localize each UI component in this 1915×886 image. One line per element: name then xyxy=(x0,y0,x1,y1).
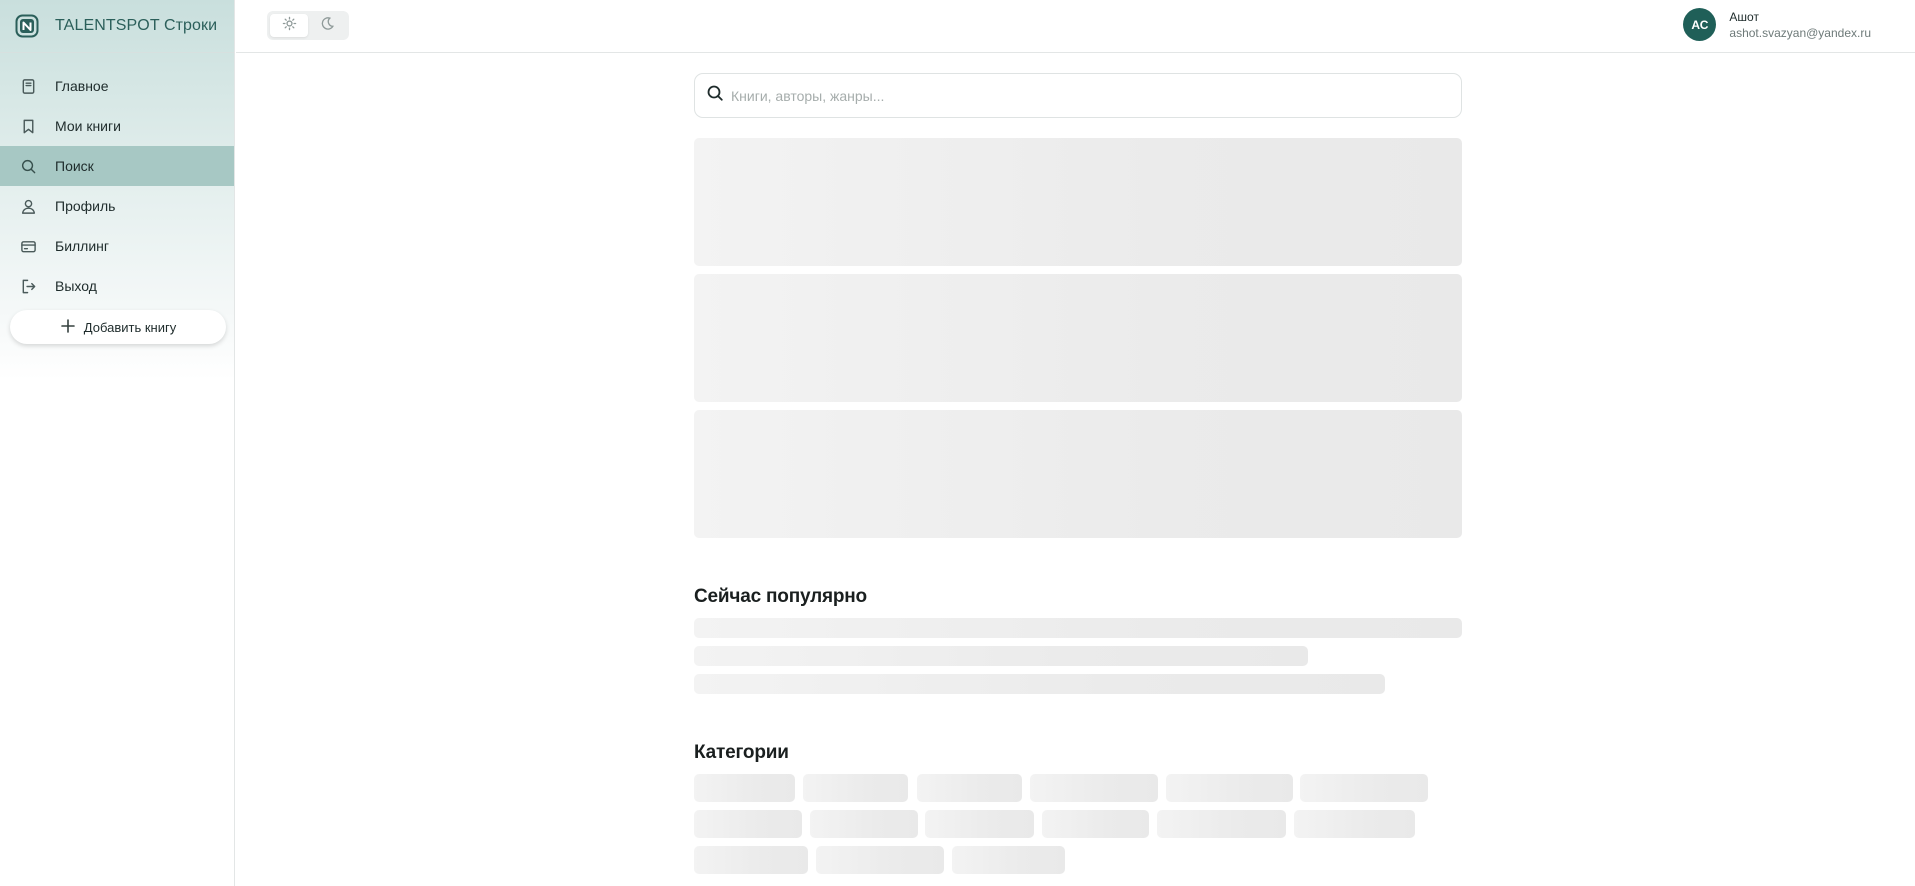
skeleton-chip xyxy=(1030,774,1158,802)
credit-card-icon xyxy=(19,237,37,255)
add-book-button[interactable]: Добавить книгу xyxy=(10,310,226,344)
skeleton-banner xyxy=(694,410,1462,538)
sidebar-item-logout[interactable]: Выход xyxy=(0,266,234,306)
skeleton-chip xyxy=(694,846,808,874)
skeleton-line xyxy=(694,646,1308,666)
add-book-label: Добавить книгу xyxy=(83,319,177,335)
sidebar-item-label: Главное xyxy=(55,78,109,94)
light-theme-button[interactable] xyxy=(270,14,308,37)
sidebar-item-home[interactable]: Главное xyxy=(0,66,234,106)
sidebar: TALENTSPOT Строки Главное Мои книги Поис… xyxy=(0,0,235,886)
search-input[interactable] xyxy=(731,80,1431,111)
user-icon xyxy=(19,197,37,215)
sidebar-item-label: Поиск xyxy=(55,158,94,174)
skeleton-line xyxy=(694,674,1385,694)
sidebar-item-label: Профиль xyxy=(55,198,116,214)
search-icon xyxy=(19,157,37,175)
skeleton-banner xyxy=(694,138,1462,266)
brand-name: TALENTSPOT Строки xyxy=(55,17,218,34)
skeleton-chip xyxy=(1157,810,1286,838)
sidebar-item-label: Биллинг xyxy=(55,238,110,254)
user-name: Ашот xyxy=(1729,9,1759,24)
skeleton-chip xyxy=(1042,810,1149,838)
top-bar: АС Ашот ashot.svazyan@yandex.ru xyxy=(236,0,1915,53)
sidebar-item-label: Выход xyxy=(55,278,97,294)
logout-icon xyxy=(19,277,37,295)
user-menu[interactable]: АС Ашот ashot.svazyan@yandex.ru xyxy=(1683,8,1871,41)
categories-section-title: Категории xyxy=(694,742,789,763)
plus-icon xyxy=(60,318,76,337)
skeleton-chip xyxy=(1294,810,1415,838)
logo-icon xyxy=(15,14,39,38)
skeleton-chip xyxy=(803,774,908,802)
search-bar[interactable] xyxy=(694,73,1462,118)
dark-theme-button[interactable] xyxy=(308,14,346,37)
sidebar-nav: Главное Мои книги Поиск Профиль Биллинг xyxy=(0,66,234,306)
bookmark-icon xyxy=(19,117,37,135)
sidebar-item-billing[interactable]: Биллинг xyxy=(0,226,234,266)
skeleton-chip xyxy=(694,774,795,802)
search-icon xyxy=(706,84,724,107)
skeleton-line xyxy=(694,618,1462,638)
skeleton-chip xyxy=(925,810,1034,838)
theme-toggle[interactable] xyxy=(267,11,349,40)
avatar: АС xyxy=(1683,8,1717,41)
moon-icon xyxy=(320,16,335,36)
sidebar-item-my-books[interactable]: Мои книги xyxy=(0,106,234,146)
skeleton-banner xyxy=(694,274,1462,402)
skeleton-chip xyxy=(694,810,802,838)
brand[interactable]: TALENTSPOT Строки xyxy=(0,0,234,53)
sidebar-item-search[interactable]: Поиск xyxy=(0,146,234,186)
user-email: ashot.svazyan@yandex.ru xyxy=(1729,25,1871,40)
skeleton-chip xyxy=(816,846,944,874)
skeleton-chip xyxy=(952,846,1065,874)
sun-icon xyxy=(282,16,297,36)
sidebar-item-profile[interactable]: Профиль xyxy=(0,186,234,226)
skeleton-chip xyxy=(1166,774,1293,802)
sidebar-item-label: Мои книги xyxy=(55,118,121,134)
skeleton-chip xyxy=(1300,774,1428,802)
popular-section-title: Сейчас популярно xyxy=(694,586,867,607)
skeleton-chip xyxy=(810,810,918,838)
book-icon xyxy=(19,77,37,95)
skeleton-chip xyxy=(917,774,1022,802)
user-info: Ашот ashot.svazyan@yandex.ru xyxy=(1729,9,1871,41)
